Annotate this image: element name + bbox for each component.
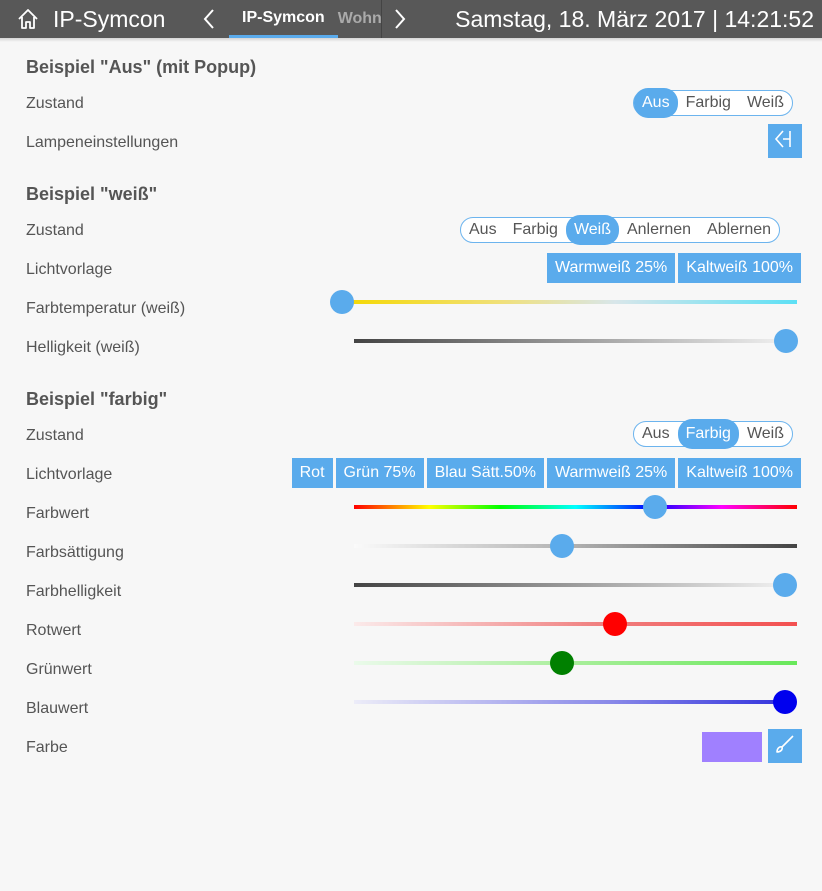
weiss-lichtvorlage-label: Lichtvorlage: [26, 261, 113, 278]
preset-warmweiss-25[interactable]: Warmweiß 25%: [546, 253, 676, 283]
brush-icon: [774, 733, 796, 760]
farbhelligkeit-label: Farbhelligkeit: [26, 583, 122, 600]
farbsaettigung-track: [354, 544, 797, 548]
preset-gruen-75[interactable]: Grün 75%: [335, 458, 424, 488]
popup-arrow-icon: [774, 128, 796, 155]
farbig-zustand-option-aus[interactable]: Aus: [634, 421, 678, 447]
helligkeit-weiss-track: [354, 339, 786, 343]
gruenwert-label: Grünwert: [26, 661, 92, 678]
farbe-color-swatch[interactable]: [702, 732, 762, 762]
blauwert-slider[interactable]: [354, 689, 797, 715]
aus-zustand-selector: Aus Farbig Weiß: [633, 88, 793, 118]
farbhelligkeit-knob[interactable]: [773, 573, 797, 597]
weiss-lichtvorlage-presets: Warmweiß 25% Kaltweiß 100%: [546, 253, 801, 283]
rotwert-slider[interactable]: [354, 611, 797, 637]
farbhelligkeit-slider[interactable]: [354, 572, 797, 598]
farbwert-label: Farbwert: [26, 505, 90, 522]
helligkeit-weiss-knob[interactable]: [774, 329, 798, 353]
header-divider: [381, 0, 382, 38]
helligkeit-weiss-label: Helligkeit (weiß): [26, 339, 140, 356]
section-title-farbig: Beispiel "farbig": [26, 389, 168, 409]
farbig-zustand-option-weiss[interactable]: Weiß: [739, 421, 792, 447]
section-title-weiss: Beispiel "weiß": [26, 184, 158, 204]
preset-kaltweiss-100[interactable]: Kaltweiß 100%: [678, 253, 801, 283]
header-bar: IP-Symcon IP-SymconWohnzimmer Samstag, 1…: [0, 0, 822, 38]
weiss-zustand-option-aus[interactable]: Aus: [461, 217, 505, 243]
farbtemperatur-slider[interactable]: [330, 289, 797, 315]
weiss-zustand-option-anlernen[interactable]: Anlernen: [619, 217, 699, 243]
header-datetime: Samstag, 18. März 2017 | 14:21:52: [455, 6, 814, 32]
preset-rot[interactable]: Rot: [291, 458, 333, 488]
rotwert-track: [354, 622, 797, 626]
farbtemperatur-knob[interactable]: [330, 290, 354, 314]
weiss-zustand-option-weiss[interactable]: Weiß: [565, 215, 619, 245]
aus-zustand-option-weiss[interactable]: Weiß: [739, 90, 792, 116]
tab-bar: IP-SymconWohnzimmer: [229, 0, 381, 38]
farbig-zustand-selector: Aus Farbig Weiß: [633, 419, 793, 449]
farbtemperatur-label: Farbtemperatur (weiß): [26, 300, 186, 317]
gruenwert-slider[interactable]: [354, 650, 797, 676]
preset-warmweiss-25[interactable]: Warmweiß 25%: [546, 458, 676, 488]
section-title-aus: Beispiel "Aus" (mit Popup): [26, 57, 257, 77]
weiss-zustand-option-ablernen[interactable]: Ablernen: [699, 217, 779, 243]
weiss-zustand-label: Zustand: [26, 222, 84, 239]
aus-zustand-option-farbig[interactable]: Farbig: [678, 90, 739, 116]
blauwert-track: [354, 700, 785, 704]
farbsaettigung-label: Farbsättigung: [26, 544, 124, 561]
weiss-zustand-option-farbig[interactable]: Farbig: [505, 217, 566, 243]
header-shadow: [0, 38, 822, 42]
aus-zustand-option-aus[interactable]: Aus: [634, 88, 678, 118]
gruenwert-track: [354, 661, 797, 665]
rotwert-knob[interactable]: [603, 612, 628, 636]
farbhelligkeit-track: [354, 583, 785, 587]
farbe-picker-button[interactable]: [768, 729, 802, 763]
chevron-right-icon[interactable]: [389, 6, 411, 32]
aus-zustand-label: Zustand: [26, 95, 84, 112]
blauwert-label: Blauwert: [26, 700, 89, 717]
home-icon[interactable]: [16, 7, 40, 31]
lampeneinstellungen-label: Lampeneinstellungen: [26, 134, 179, 151]
weiss-zustand-selector: Aus Farbig Weiß Anlernen Ablernen: [460, 215, 781, 245]
gruenwert-knob[interactable]: [550, 651, 575, 675]
helligkeit-weiss-slider[interactable]: [354, 328, 798, 354]
blauwert-knob[interactable]: [773, 690, 797, 714]
farbe-label: Farbe: [26, 739, 68, 756]
farbig-lichtvorlage-presets: Rot Grün 75% Blau Sätt.50% Warmweiß 25% …: [291, 458, 801, 488]
farbwert-track: [354, 505, 797, 509]
rotwert-label: Rotwert: [26, 622, 82, 639]
chevron-left-icon[interactable]: [198, 6, 220, 32]
farbtemperatur-track: [342, 300, 797, 304]
preset-blau-saett-50[interactable]: Blau Sätt.50%: [426, 458, 544, 488]
tab-wohnzimmer[interactable]: Wohnzimmer: [338, 0, 381, 38]
farbwert-slider[interactable]: [354, 494, 797, 520]
farbig-zustand-option-farbig[interactable]: Farbig: [677, 419, 739, 449]
farbwert-knob[interactable]: [643, 495, 668, 519]
tab-ip-symcon[interactable]: IP-Symcon: [229, 0, 338, 38]
farbig-zustand-label: Zustand: [26, 427, 84, 444]
lampeneinstellungen-popup-button[interactable]: [768, 124, 802, 158]
farbsaettigung-slider[interactable]: [354, 533, 797, 559]
farbig-lichtvorlage-label: Lichtvorlage: [26, 466, 113, 483]
preset-kaltweiss-100[interactable]: Kaltweiß 100%: [678, 458, 801, 488]
app-title: IP-Symcon: [53, 6, 166, 32]
farbsaettigung-knob[interactable]: [550, 534, 575, 558]
